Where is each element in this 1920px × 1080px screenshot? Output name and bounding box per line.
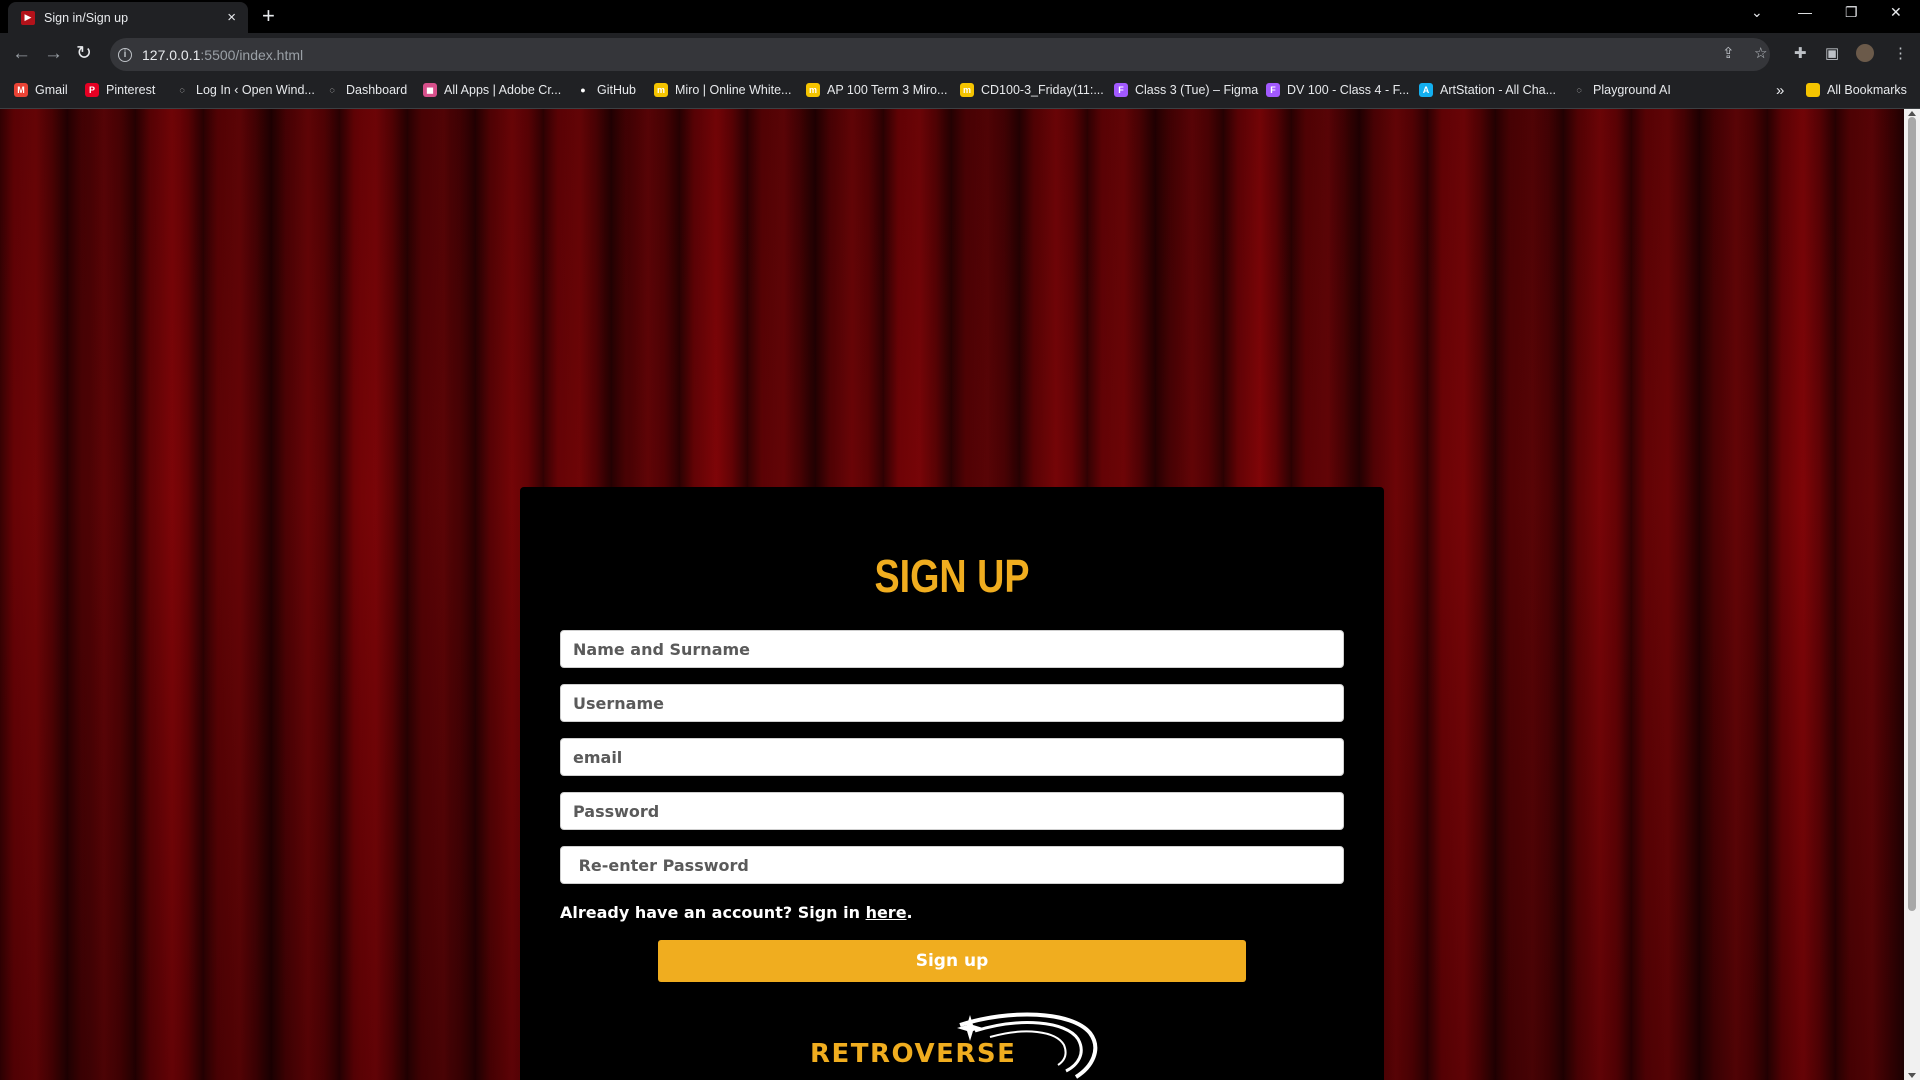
miro-icon: m [960, 83, 974, 97]
all-bookmarks-label: All Bookmarks [1827, 83, 1907, 97]
tab-favicon-icon: ▶ [21, 10, 35, 25]
pinterest-icon: P [85, 83, 99, 97]
username-input[interactable] [560, 684, 1344, 722]
bookmarks-overflow-icon[interactable]: » [1776, 82, 1784, 99]
figma-icon: F [1114, 83, 1128, 97]
bookmark-label: All Apps | Adobe Cr... [444, 83, 562, 97]
globe-icon: ◌ [175, 83, 189, 97]
gmail-icon: M [14, 83, 28, 97]
bookmark-label: Class 3 (Tue) – Figma [1135, 83, 1259, 97]
bookmark-label: ArtStation - All Cha... [1440, 83, 1557, 97]
figma-icon: F [1266, 83, 1280, 97]
restore-icon[interactable]: ❐ [1845, 4, 1858, 21]
url-path: :5500/index.html [200, 46, 304, 63]
tab-strip: ▶ Sign in/Sign up × + ⌄ — ❐ ✕ [0, 0, 1920, 33]
close-window-icon[interactable]: ✕ [1890, 4, 1902, 21]
email-input[interactable] [560, 738, 1344, 776]
globe-icon: ◌ [325, 83, 339, 97]
bookmark-label: GitHub [597, 83, 636, 97]
tab-search-icon[interactable]: ⌄ [1751, 4, 1763, 21]
scroll-down-icon[interactable] [1908, 1073, 1916, 1078]
bookmark-item[interactable]: P Pinterest [85, 83, 155, 97]
tab-close-icon[interactable]: × [227, 10, 236, 25]
adobe-icon: ◼ [423, 83, 437, 97]
share-icon[interactable]: ⇪ [1722, 45, 1735, 63]
bookmark-item[interactable]: ◌ Playground AI [1572, 83, 1671, 97]
bookmark-item[interactable]: ◌ Log In ‹ Open Wind... [175, 83, 315, 97]
name-surname-input[interactable] [560, 630, 1344, 668]
github-icon: ● [576, 83, 590, 97]
address-bar[interactable]: i 127.0.0.1:5500/index.html [110, 38, 1770, 71]
bookmark-item[interactable]: F DV 100 - Class 4 - F... [1266, 83, 1409, 97]
signup-button[interactable]: Sign up [658, 940, 1246, 982]
page-scrollbar[interactable] [1904, 109, 1920, 1080]
folder-icon [1806, 83, 1820, 97]
bookmark-item[interactable]: ● GitHub [576, 83, 636, 97]
new-tab-button[interactable]: + [262, 5, 275, 27]
retroverse-logo: RETROVERSE [810, 1009, 1100, 1080]
profile-avatar[interactable] [1856, 44, 1874, 62]
browser-toolbar: ← → ↻ i 127.0.0.1:5500/index.html ⇪ ☆ ✚ … [0, 33, 1920, 76]
signin-prompt-text: Already have an account? Sign in [560, 903, 866, 922]
scroll-up-icon[interactable] [1908, 111, 1916, 116]
url-host: 127.0.0.1 [142, 46, 201, 63]
bookmark-label: Playground AI [1593, 83, 1671, 97]
signin-link[interactable]: here [866, 903, 907, 922]
reenter-password-input[interactable] [560, 846, 1344, 884]
bookmark-item[interactable]: ◼ All Apps | Adobe Cr... [423, 83, 561, 97]
signin-prompt: Already have an account? Sign in here. [560, 903, 913, 922]
site-info-icon[interactable]: i [118, 47, 132, 62]
signup-card: SIGN UP Already have an account? Sign in… [520, 487, 1384, 1080]
bookmark-star-icon[interactable]: ☆ [1754, 45, 1767, 63]
menu-icon[interactable]: ⋮ [1893, 45, 1908, 63]
side-panel-icon[interactable]: ▣ [1825, 45, 1839, 63]
url-text[interactable]: 127.0.0.1:5500/index.html [142, 47, 303, 63]
signin-prompt-suffix: . [906, 903, 913, 922]
page-viewport: SIGN UP Already have an account? Sign in… [0, 109, 1904, 1080]
reload-icon[interactable]: ↻ [76, 44, 92, 64]
page-title: SIGN UP [874, 550, 1030, 602]
back-icon[interactable]: ← [12, 44, 31, 64]
miro-icon: m [654, 83, 668, 97]
forward-icon[interactable]: → [44, 44, 63, 64]
bookmark-label: Gmail [35, 83, 68, 97]
bookmark-label: CD100-3_Friday(11:... [981, 83, 1104, 97]
bookmark-item[interactable]: A ArtStation - All Cha... [1419, 83, 1556, 97]
password-input[interactable] [560, 792, 1344, 830]
scrollbar-thumb[interactable] [1908, 117, 1916, 911]
bookmark-label: AP 100 Term 3 Miro... [827, 83, 948, 97]
bookmark-label: Dashboard [346, 83, 408, 97]
active-tab[interactable]: ▶ Sign in/Sign up × [8, 2, 248, 33]
all-bookmarks-button[interactable]: All Bookmarks [1806, 83, 1907, 97]
bookmark-label: Log In ‹ Open Wind... [196, 83, 315, 97]
minimize-icon[interactable]: — [1798, 4, 1812, 20]
tab-title: Sign in/Sign up [44, 10, 129, 25]
bookmark-item[interactable]: m AP 100 Term 3 Miro... [806, 83, 947, 97]
logo-text: RETROVERSE [810, 1039, 1017, 1069]
bookmark-item[interactable]: ◌ Dashboard [325, 83, 407, 97]
globe-icon: ◌ [1572, 83, 1586, 97]
bookmark-item[interactable]: M Gmail [14, 83, 68, 97]
bookmarks-bar: » All Bookmarks M Gmail P Pinterest ◌ Log In … [0, 76, 1920, 109]
bookmark-item[interactable]: F Class 3 (Tue) – Figma [1114, 83, 1258, 97]
bookmark-item[interactable]: m Miro | Online White... [654, 83, 791, 97]
bookmark-label: DV 100 - Class 4 - F... [1287, 83, 1410, 97]
extensions-icon[interactable]: ✚ [1794, 45, 1807, 63]
bookmark-label: Pinterest [106, 83, 156, 97]
miro-icon: m [806, 83, 820, 97]
bookmark-item[interactable]: m CD100-3_Friday(11:... [960, 83, 1104, 97]
artstation-icon: A [1419, 83, 1433, 97]
bookmark-label: Miro | Online White... [675, 83, 792, 97]
